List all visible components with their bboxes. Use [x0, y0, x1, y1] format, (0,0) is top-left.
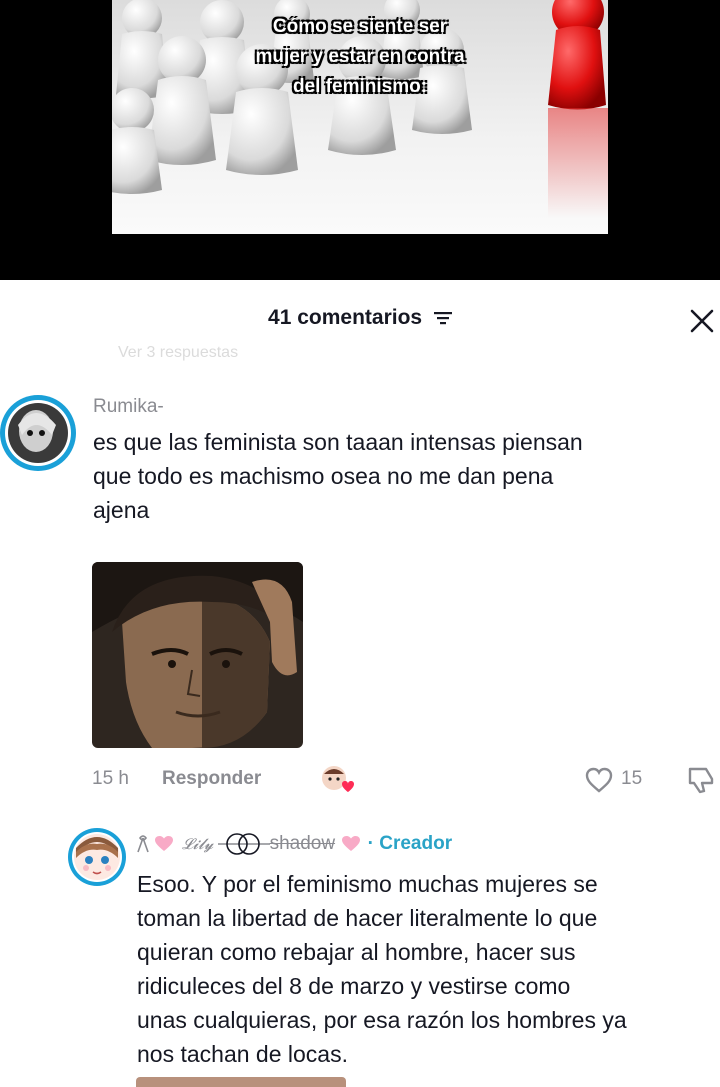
view-replies-faded[interactable]: Ver 3 respuestas	[118, 344, 238, 362]
comments-count: 41 comentarios	[268, 306, 423, 329]
video-thumbnail: Cómo se siente ser mujer y estar en cont…	[112, 0, 608, 234]
pink-heart-icon	[342, 836, 361, 851]
comments-sheet: 41 comentarios Ver 3 respuestas Rumika- …	[0, 280, 720, 1087]
username-text: shadow	[269, 833, 336, 855]
sticker-icon	[322, 766, 354, 792]
comment-line: toman la libertad de hacer literalmente …	[137, 905, 598, 931]
comment-line: quieran como rebajar al hombre, hacer su…	[137, 939, 576, 965]
filter-icon[interactable]	[433, 310, 452, 326]
comment-image-partial[interactable]	[136, 1077, 346, 1087]
comment-image[interactable]	[92, 562, 303, 748]
comment-line: ridiculeces del 8 de marzo y vestirse co…	[137, 973, 571, 999]
svg-text:𝓛𝓲𝓵𝔂: 𝓛𝓲𝓵𝔂	[182, 835, 214, 853]
lily-rings-decoration: 𝓛𝓲𝓵𝔂	[182, 833, 270, 855]
video-area[interactable]: Cómo se siente ser mujer y estar en cont…	[0, 0, 720, 280]
video-caption: Cómo se siente ser mujer y estar en cont…	[112, 12, 608, 102]
caption-line-1: Cómo se siente ser	[272, 16, 448, 37]
pink-heart-icon	[155, 836, 174, 851]
caption-line-3: del feminismo:	[292, 76, 428, 97]
close-icon[interactable]	[688, 307, 716, 335]
comment-line: es que las feminista son taaan intensas …	[93, 429, 583, 455]
comment-username[interactable]: Rumika-	[93, 396, 164, 418]
heart-outline-icon[interactable]	[584, 766, 614, 794]
comments-header: 41 comentarios	[0, 306, 720, 330]
comment-time: 15 h	[92, 768, 129, 789]
comment-line: unas cualquieras, por esa razón los homb…	[137, 1007, 627, 1033]
avatar[interactable]	[0, 395, 76, 471]
comment-text: es que las feminista son taaan intensas …	[93, 425, 583, 527]
creator-username-row[interactable]: 𝓛𝓲𝓵𝔂 shadow · Creador	[137, 832, 452, 856]
avatar-image	[72, 832, 122, 882]
dislike-icon[interactable]	[686, 765, 716, 795]
ribbon-icon	[137, 835, 149, 853]
comment-text: Esoo. Y por el feminismo muchas mujeres …	[137, 867, 627, 1071]
caption-line-2: mujer y estar en contra	[255, 46, 465, 67]
reply-button[interactable]: Responder	[162, 768, 261, 790]
comment-line: nos tachan de locas.	[137, 1041, 348, 1067]
creator-badge: · Creador	[367, 833, 453, 855]
avatar-image	[5, 400, 71, 466]
comment-line: ajena	[93, 497, 150, 523]
avatar[interactable]	[68, 828, 126, 886]
like-count: 15	[621, 768, 643, 789]
comment-line: Esoo. Y por el feminismo muchas mujeres …	[137, 871, 598, 897]
comment-line: que todo es machismo osea no me dan pena	[93, 463, 554, 489]
meme-face-image	[92, 562, 303, 748]
